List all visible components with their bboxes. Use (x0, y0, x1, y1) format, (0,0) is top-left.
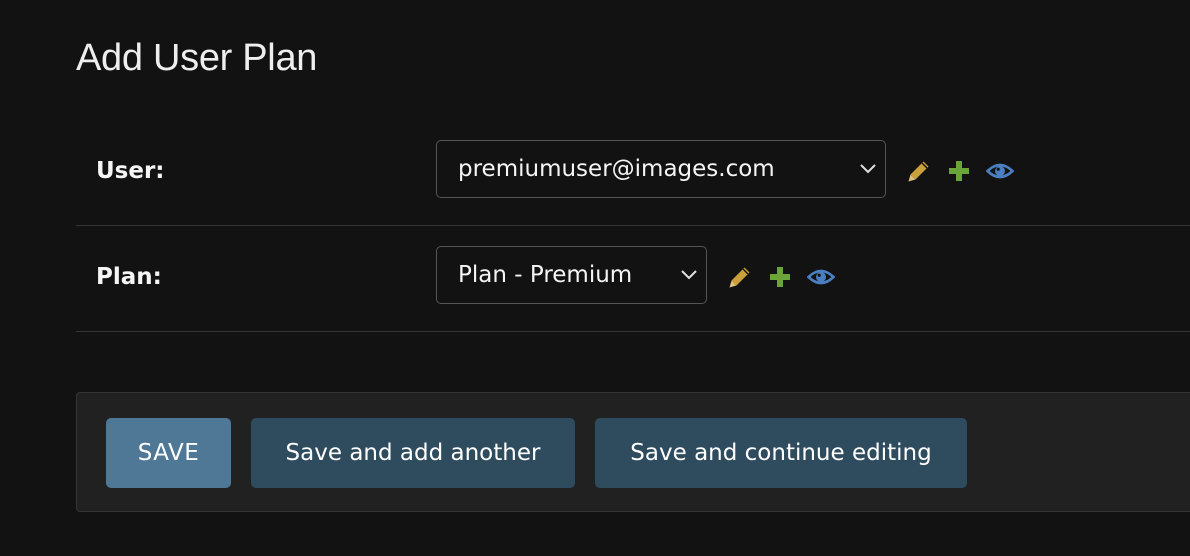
plan-select-value: Plan - Premium (458, 262, 633, 288)
add-user-plan-page: Add User Plan User: premiumuser@images.c… (0, 0, 1190, 556)
pencil-icon[interactable] (907, 159, 931, 183)
user-related-actions (907, 158, 1014, 184)
form-row-user: User: premiumuser@images.com (76, 120, 1190, 226)
plan-select[interactable]: Plan - Premium (436, 246, 707, 304)
eye-icon[interactable] (986, 161, 1014, 181)
user-select[interactable]: premiumuser@images.com (436, 140, 886, 198)
plus-icon[interactable] (948, 160, 970, 182)
chevron-down-icon (681, 270, 697, 280)
pencil-icon[interactable] (728, 265, 752, 289)
plus-icon[interactable] (769, 266, 791, 288)
save-and-add-another-button[interactable]: Save and add another (251, 418, 575, 488)
user-label: User: (96, 158, 165, 184)
page-title: Add User Plan (76, 37, 318, 79)
user-select-value: premiumuser@images.com (458, 156, 775, 182)
save-button[interactable]: SAVE (106, 418, 231, 488)
chevron-down-icon (860, 164, 876, 174)
save-and-continue-editing-button[interactable]: Save and continue editing (595, 418, 967, 488)
submit-row: SAVE Save and add another Save and conti… (76, 392, 1190, 512)
plan-related-actions (728, 264, 835, 290)
eye-icon[interactable] (807, 267, 835, 287)
plan-label: Plan: (96, 264, 162, 290)
form-row-plan: Plan: Plan - Premium (76, 226, 1190, 332)
